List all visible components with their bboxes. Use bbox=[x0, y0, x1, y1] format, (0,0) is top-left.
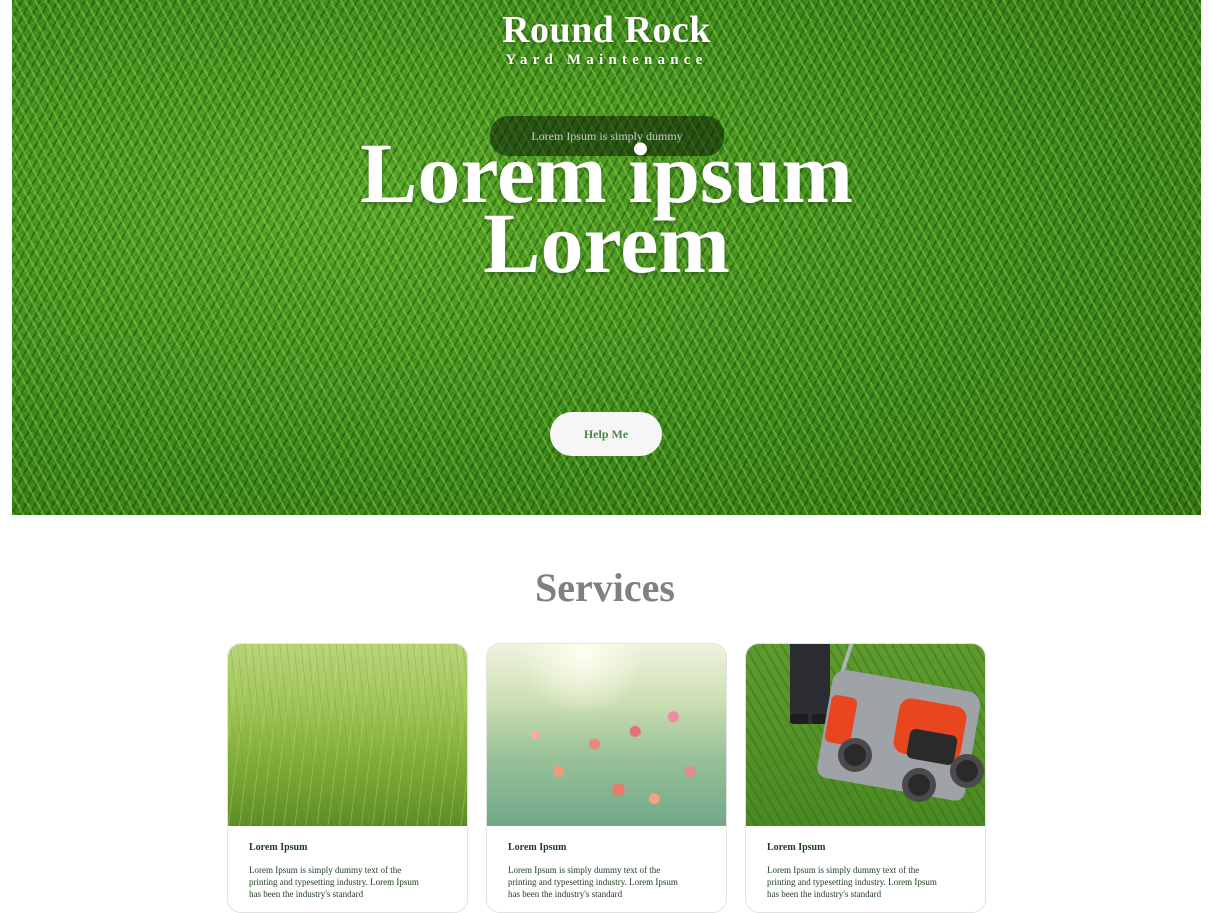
brand-title[interactable]: Round Rock bbox=[12, 8, 1201, 52]
service-card-text: Lorem Ipsum is simply dummy text of the … bbox=[249, 865, 419, 899]
service-card-text: Lorem Ipsum is simply dummy text of the … bbox=[508, 865, 678, 899]
service-card-body: Lorem Ipsum Lorem Ipsum is simply dummy … bbox=[508, 841, 678, 900]
service-card[interactable]: Lorem Ipsum Lorem Ipsum is simply dummy … bbox=[745, 643, 986, 913]
mower-wheel bbox=[838, 738, 872, 772]
grass-closeup-image bbox=[228, 644, 467, 826]
flower-garden-image bbox=[487, 644, 726, 826]
mower-wheel bbox=[902, 768, 936, 802]
service-card-body: Lorem Ipsum Lorem Ipsum is simply dummy … bbox=[767, 841, 937, 900]
service-card-heading: Lorem Ipsum bbox=[249, 842, 308, 853]
person-legs bbox=[790, 644, 830, 724]
service-card-heading: Lorem Ipsum bbox=[508, 842, 567, 853]
service-card[interactable]: Lorem Ipsum Lorem Ipsum is simply dummy … bbox=[227, 643, 468, 913]
mower-wheel bbox=[950, 754, 984, 788]
lawn-mower-image bbox=[746, 644, 985, 826]
help-me-button[interactable]: Help Me bbox=[550, 412, 662, 456]
service-card-body: Lorem Ipsum Lorem Ipsum is simply dummy … bbox=[249, 841, 419, 900]
brand-subtitle: Yard Maintenance bbox=[505, 52, 708, 68]
hero-headline-line-2: Lorem bbox=[483, 195, 730, 291]
hero-banner: Round Rock Yard Maintenance Lorem Ipsum … bbox=[12, 0, 1201, 515]
hero-headline: Lorem ipsum Lorem bbox=[12, 130, 1201, 291]
service-card-text: Lorem Ipsum is simply dummy text of the … bbox=[767, 865, 937, 899]
service-card[interactable]: Lorem Ipsum Lorem Ipsum is simply dummy … bbox=[486, 643, 727, 913]
service-card-heading: Lorem Ipsum bbox=[767, 842, 826, 853]
services-title: Services bbox=[535, 565, 675, 610]
shoe bbox=[790, 714, 808, 724]
